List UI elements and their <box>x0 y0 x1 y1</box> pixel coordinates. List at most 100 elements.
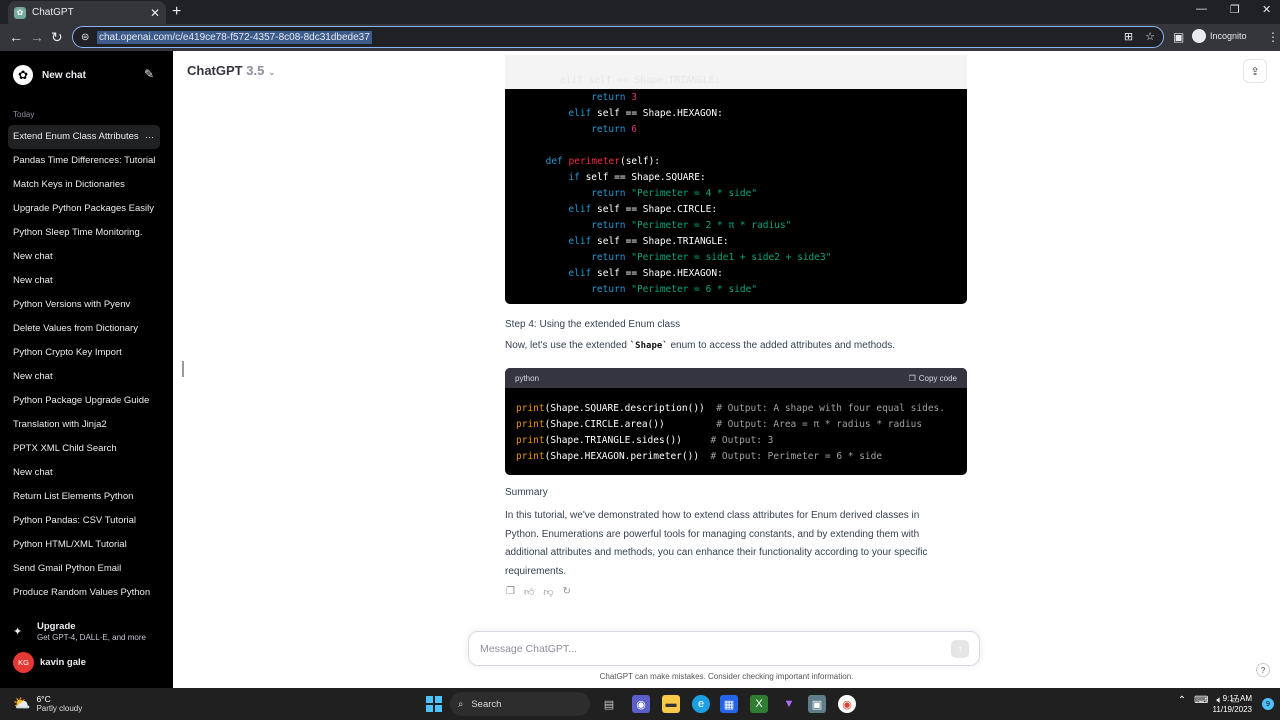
summary-paragraph: In this tutorial, we've demonstrated how… <box>505 507 927 582</box>
copy-code-button[interactable]: ❐ Copy code <box>909 374 957 383</box>
code-token: return <box>591 124 626 135</box>
back-icon[interactable]: ← <box>9 29 23 45</box>
teams-chat-icon[interactable]: ◉ <box>632 695 650 713</box>
incognito-indicator[interactable]: Incognito <box>1192 29 1247 43</box>
notification-badge[interactable]: 9 <box>1262 698 1274 710</box>
code-token: # Output: Perimeter = 6 * side <box>710 451 883 462</box>
sidebar-chat-item[interactable]: Upgrade Python Packages Easily <box>8 197 160 221</box>
restore-icon[interactable]: ❐ <box>1230 3 1240 16</box>
sidebar-chat-item[interactable]: Return List Elements Python <box>8 485 160 509</box>
clock[interactable]: 9:17 AM 11/19/2023 <box>1213 693 1252 715</box>
close-tab-icon[interactable]: ✕ <box>150 6 160 20</box>
sidebar-chat-label: Match Keys in Dictionaries <box>13 179 125 190</box>
model-selector[interactable]: ChatGPT 3.5 ⌄ <box>187 63 276 78</box>
sidebar-chat-item[interactable]: Python Versions with Pyenv <box>8 293 160 317</box>
file-explorer-icon[interactable]: ▬ <box>662 695 680 713</box>
sidebar-chat-label: Upgrade Python Packages Easily <box>13 203 154 214</box>
qr-code-icon[interactable]: ⊞ <box>1124 30 1133 43</box>
upgrade-subtitle: Get GPT-4, DALL·E, and more <box>37 633 146 642</box>
code-token: "Perimeter = 6 * side" <box>625 284 758 295</box>
message-input[interactable]: Message ChatGPT... ↑ <box>468 631 980 666</box>
code-line: return "Perimeter = 6 * side" <box>591 284 757 295</box>
address-bar[interactable]: ⊜ chat.openai.com/c/e419ce78-f572-4357-8… <box>72 26 1164 48</box>
sidebar-chat-item[interactable]: Python Package Upgrade Guide <box>8 389 160 413</box>
code-token: # Output: Area = π * radius * radius <box>716 419 923 430</box>
sidebar-chat-item[interactable]: New chat <box>8 461 160 485</box>
site-info-icon[interactable]: ⊜ <box>81 32 95 43</box>
sidebar-chat-item[interactable]: PPTX XML Child Search <box>8 437 160 461</box>
sidebar-chat-item[interactable]: Produce Random Values Python <box>8 581 160 605</box>
forward-icon[interactable]: → <box>30 29 44 45</box>
sidebar-chat-item[interactable]: Python Crypto Key Import <box>8 341 160 365</box>
thumbs-down-icon[interactable]: 👎︎ <box>543 586 553 598</box>
code-token: perimeter <box>568 156 620 167</box>
copy-code-label: Copy code <box>918 373 957 383</box>
browser-tab[interactable]: ✿ ChatGPT ✕ <box>8 1 166 24</box>
sidebar-chat-item[interactable]: Translation with Jinja2 <box>8 413 160 437</box>
task-view-icon[interactable]: ▤ <box>600 695 618 713</box>
code-token: (Shape.CIRCLE.area()) <box>544 419 717 430</box>
sidebar-chat-item[interactable]: Python Sleep Time Monitoring. <box>8 221 160 245</box>
url-text[interactable]: chat.openai.com/c/e419ce78-f572-4357-8c0… <box>97 30 372 44</box>
edge-icon[interactable]: e <box>692 695 710 713</box>
sidebar-chat-item[interactable]: Send Gmail Python Email <box>8 557 160 581</box>
user-name: kavin gale <box>40 657 86 668</box>
vpn-icon[interactable]: ▼ <box>780 695 798 713</box>
chrome-icon[interactable]: ◉ <box>838 695 856 713</box>
help-button[interactable]: ? <box>1256 663 1270 677</box>
code-token: return <box>591 188 626 199</box>
taskbar-search[interactable]: ⌕ Search <box>450 692 590 716</box>
sidebar-chat-item[interactable]: New chat <box>8 365 160 389</box>
send-button[interactable]: ↑ <box>951 640 969 658</box>
edit-icon[interactable]: ✎ <box>144 67 154 81</box>
sidebar-toggle-handle[interactable] <box>182 361 184 377</box>
chevron-up-icon[interactable]: ⌃ <box>1178 695 1186 706</box>
side-panel-icon[interactable]: ▣ <box>1173 30 1184 44</box>
new-chat-button[interactable]: ✿ New chat ✎ <box>8 63 162 87</box>
sidebar-chat-item[interactable]: New chat <box>8 245 160 269</box>
code-token: self == Shape.HEXAGON: <box>591 268 723 279</box>
sidebar-chat-label: New chat <box>13 275 53 286</box>
code-line: print(Shape.HEXAGON.perimeter()) # Outpu… <box>516 451 882 462</box>
store-icon[interactable]: ▦ <box>720 695 738 713</box>
network-icon[interactable]: ⌨ <box>1194 695 1208 706</box>
code-line: return "Perimeter = side1 + side2 + side… <box>591 252 831 263</box>
sidebar-chat-label: Python HTML/XML Tutorial <box>13 539 127 550</box>
regenerate-icon[interactable]: ↻ <box>563 586 571 598</box>
browser-menu-icon[interactable]: ⋮ <box>1267 30 1279 44</box>
code-line: return "Perimeter = 4 * side" <box>591 188 757 199</box>
step4-text: Now, let's use the extended `Shape` enum… <box>505 337 895 356</box>
sidebar-chat-item[interactable]: Match Keys in Dictionaries <box>8 173 160 197</box>
copy-icon[interactable]: ❐ <box>506 586 515 598</box>
windows-start-icon[interactable] <box>426 696 442 712</box>
code-token: print <box>516 451 545 462</box>
more-options-icon[interactable]: ··· <box>141 125 154 149</box>
share-button[interactable]: ⇪ <box>1243 59 1267 83</box>
sidebar-chat-label: PPTX XML Child Search <box>13 443 117 454</box>
sidebar-chat-item[interactable]: Extend Enum Class Attributes ··· <box>8 125 160 149</box>
sidebar-chat-item[interactable]: Pandas Time Differences: Tutorial <box>8 149 160 173</box>
user-menu[interactable]: KG kavin gale <box>13 652 86 673</box>
reload-icon[interactable]: ↻ <box>51 29 63 46</box>
clock-time: 9:17 AM <box>1222 694 1252 703</box>
code-token: return <box>591 252 626 263</box>
sidebar-chat-label: New chat <box>13 371 53 382</box>
sidebar-chat-item[interactable]: Delete Values from Dictionary <box>8 317 160 341</box>
sidebar-chat-item[interactable]: New chat <box>8 269 160 293</box>
weather-widget[interactable]: ⛅ 6°C Partly cloudy <box>13 694 82 713</box>
message-actions: ❐ 👍︎ 👎︎ ↻ <box>506 586 571 598</box>
bookmark-star-icon[interactable]: ☆ <box>1145 30 1155 43</box>
sidebar-chat-item[interactable]: Python Pandas: CSV Tutorial <box>8 509 160 533</box>
code-header: python ❐ Copy code <box>505 368 967 388</box>
minimize-icon[interactable]: — <box>1196 3 1207 15</box>
code-token: 3 <box>625 92 637 103</box>
upgrade-button[interactable]: ✦ Upgrade Get GPT-4, DALL·E, and more <box>13 621 146 642</box>
photos-icon[interactable]: ▣ <box>808 695 826 713</box>
excel-icon[interactable]: X <box>750 695 768 713</box>
thumbs-up-icon[interactable]: 👍︎ <box>524 586 534 598</box>
inline-code-shape: `Shape` <box>629 341 668 351</box>
close-window-icon[interactable]: ✕ <box>1262 3 1271 16</box>
sidebar-chat-item[interactable]: Python HTML/XML Tutorial <box>8 533 160 557</box>
new-tab-icon[interactable]: + <box>172 3 181 21</box>
code-token: elif <box>568 268 592 279</box>
